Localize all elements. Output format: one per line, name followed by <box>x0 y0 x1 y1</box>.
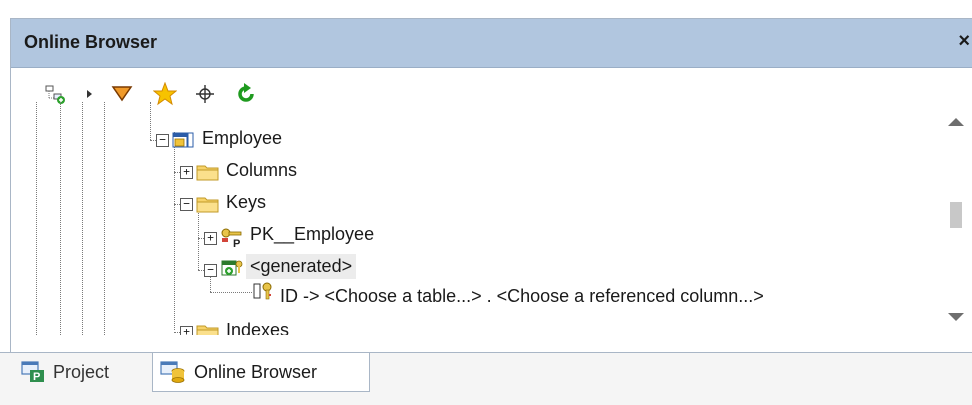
tree-item-employee[interactable]: Employee <box>202 128 282 149</box>
tree-item-columns[interactable]: Columns <box>226 160 297 181</box>
key-column-icon <box>253 282 272 300</box>
tree-item-keys[interactable]: Keys <box>226 192 266 213</box>
tab-project-label: Project <box>53 361 110 382</box>
db-tree-view: − Employee + Columns − Keys + P PK__Empl… <box>22 102 929 335</box>
folder-icon <box>196 325 219 335</box>
foreign-key-icon <box>221 260 243 276</box>
panel-title: Online Browser <box>24 32 158 52</box>
tree-item-indexes[interactable]: Indexes <box>226 320 289 335</box>
close-icon[interactable]: × <box>958 30 970 53</box>
tree-guide-line <box>36 102 37 335</box>
columns-expand-toggle[interactable]: + <box>180 166 193 179</box>
scroll-down-icon[interactable] <box>948 313 964 321</box>
tree-guide-line <box>104 102 105 335</box>
project-icon: P <box>21 361 44 383</box>
tree-guide-line <box>60 102 61 335</box>
indexes-expand-toggle[interactable]: + <box>180 326 193 335</box>
tab-project[interactable]: P Project <box>20 353 150 391</box>
tab-online-browser[interactable]: Online Browser <box>152 353 370 392</box>
scroll-up-icon[interactable] <box>948 118 964 126</box>
keys-collapse-toggle[interactable]: − <box>180 198 193 211</box>
folder-icon <box>196 197 219 213</box>
tree-item-fk-mapping[interactable]: ID -> <Choose a table...> . <Choose a re… <box>280 286 764 307</box>
tree-guide-line <box>198 210 199 270</box>
online-browser-icon <box>160 361 185 383</box>
tab-online-browser-label: Online Browser <box>194 361 318 382</box>
scroll-thumb[interactable] <box>950 202 962 228</box>
tree-guide-line <box>174 132 175 330</box>
svg-text:P: P <box>233 238 240 248</box>
vertical-scrollbar[interactable] <box>940 102 972 335</box>
tree-guide-line <box>150 102 151 140</box>
generated-collapse-toggle[interactable]: − <box>204 264 217 277</box>
svg-text:P: P <box>33 371 40 383</box>
tree-item-pk-employee[interactable]: PK__Employee <box>250 224 374 245</box>
pk-expand-toggle[interactable]: + <box>204 232 217 245</box>
tree-item-generated[interactable]: <generated> <box>246 254 357 279</box>
folder-icon <box>196 165 219 181</box>
primary-key-icon: P <box>221 228 242 248</box>
panel-titlebar: Online Browser × <box>11 19 972 68</box>
employee-collapse-toggle[interactable]: − <box>156 134 169 147</box>
panel-tabs: P Project Online Browser <box>0 352 972 405</box>
table-icon <box>172 132 194 148</box>
tree-guide-line <box>82 102 83 335</box>
